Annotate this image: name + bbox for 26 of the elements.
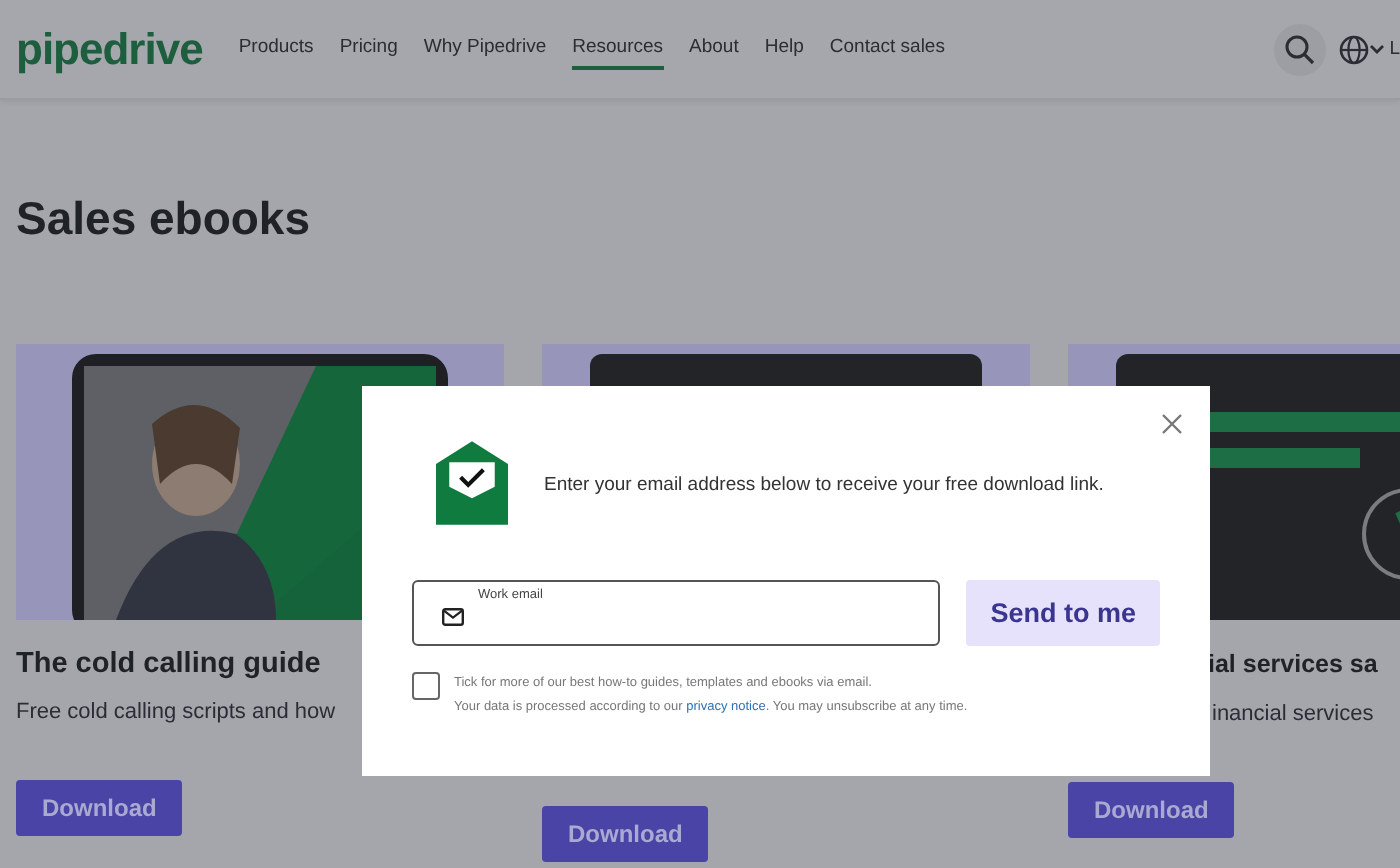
close-icon bbox=[1162, 414, 1182, 434]
nav-link[interactable]: Products bbox=[238, 28, 314, 70]
language-button[interactable]: L bbox=[1337, 33, 1400, 65]
nav-link[interactable]: Resources bbox=[572, 28, 664, 70]
page-title: Sales ebooks bbox=[16, 192, 313, 246]
nav-link[interactable]: Contact sales bbox=[829, 28, 945, 70]
download-button[interactable]: Download bbox=[16, 780, 183, 836]
mail-icon bbox=[442, 608, 464, 626]
checkbox[interactable] bbox=[412, 672, 440, 700]
nav-link[interactable]: Pricing bbox=[339, 28, 398, 70]
nav-link[interactable]: About bbox=[689, 28, 739, 70]
nav-link[interactable]: Why Pipedrive bbox=[423, 28, 547, 70]
search-icon bbox=[1283, 33, 1316, 65]
close-button[interactable] bbox=[1162, 414, 1182, 434]
card-description: Free cold calling scripts and how bbox=[16, 698, 336, 728]
download-button[interactable]: Download bbox=[1068, 782, 1235, 838]
nav-link[interactable]: Help bbox=[764, 28, 804, 70]
modal-message: Enter your email address below to receive your free download link. bbox=[544, 474, 1104, 496]
card-description: inancial services bbox=[1212, 700, 1374, 730]
send-button[interactable]: Send to me bbox=[966, 580, 1160, 646]
logo[interactable]: pipedrive bbox=[16, 23, 203, 75]
card-title: ial services sa bbox=[1208, 648, 1378, 682]
search-button[interactable] bbox=[1273, 23, 1326, 75]
download-button[interactable]: Download bbox=[542, 806, 709, 862]
card-title: The cold calling guide bbox=[16, 648, 321, 680]
envelope-check-icon bbox=[436, 440, 508, 526]
